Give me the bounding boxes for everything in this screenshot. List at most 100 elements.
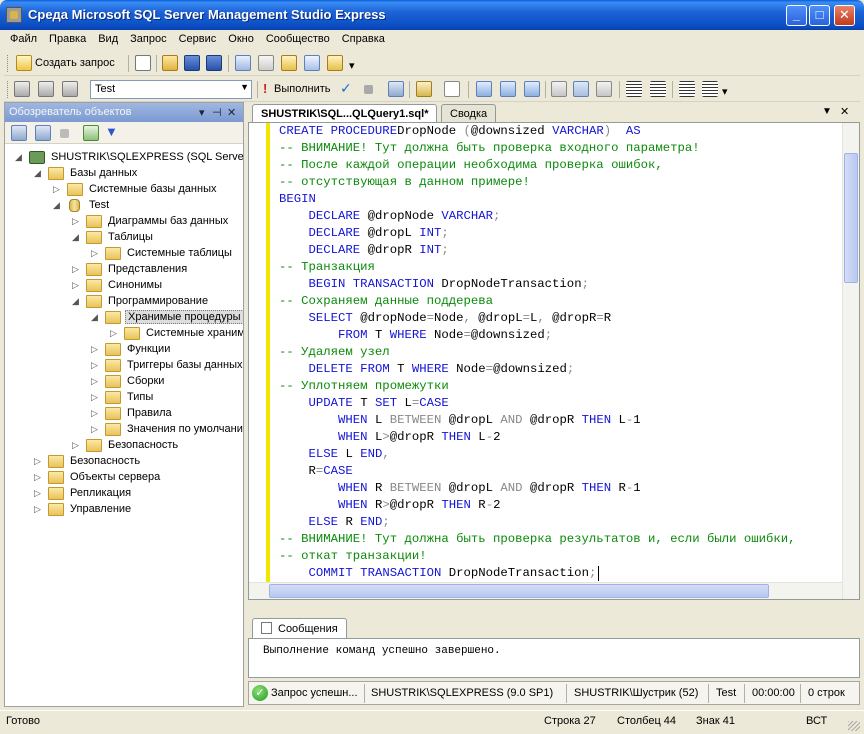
- cancel-query-icon[interactable]: [364, 85, 373, 94]
- expand-arrow-icon[interactable]: ▷: [91, 248, 101, 258]
- display-plan-icon[interactable]: [388, 81, 404, 97]
- code-line[interactable]: DELETE FROM T WHERE Node=@downsized;: [279, 361, 796, 378]
- pin-icon[interactable]: ⊣: [212, 106, 222, 119]
- code-line[interactable]: WHEN L BETWEEN @dropL AND @dropR THEN L-…: [279, 412, 796, 429]
- registered-servers-icon[interactable]: [235, 55, 251, 71]
- code-line[interactable]: -- Сохраняем данные поддерева: [279, 293, 796, 310]
- results-to-text-icon[interactable]: [551, 81, 567, 97]
- expand-arrow-icon[interactable]: ▷: [72, 216, 82, 226]
- code-line[interactable]: BEGIN TRANSACTION DropNodeTransaction;: [279, 276, 796, 293]
- collapse-arrow-icon[interactable]: ◢: [34, 168, 44, 178]
- code-line[interactable]: -- После каждой операции необходима пров…: [279, 157, 796, 174]
- expand-arrow-icon[interactable]: ▷: [72, 280, 82, 290]
- code-line[interactable]: -- ВНИМАНИЕ! Тут должна быть проверка вх…: [279, 140, 796, 157]
- code-line[interactable]: FROM T WHERE Node=@downsized;: [279, 327, 796, 344]
- code-line[interactable]: -- Уплотняем промежутки: [279, 378, 796, 395]
- toolbar-grip[interactable]: [7, 81, 10, 98]
- object-explorer-icon[interactable]: [258, 55, 274, 71]
- refresh-icon[interactable]: [83, 125, 99, 141]
- results-to-file-icon[interactable]: [596, 81, 612, 97]
- maximize-button[interactable]: □: [809, 5, 830, 26]
- code-line[interactable]: WHEN R>@dropR THEN R-2: [279, 497, 796, 514]
- code-area[interactable]: CREATE PROCEDUREDropNode (@downsized VAR…: [279, 123, 796, 599]
- collapse-arrow-icon[interactable]: ◢: [91, 312, 101, 322]
- new-query-button[interactable]: Создать запрос: [35, 57, 115, 69]
- parse-checkmark-icon[interactable]: ✓: [340, 80, 352, 97]
- collapse-arrow-icon[interactable]: ◢: [72, 232, 82, 242]
- expand-arrow-icon[interactable]: ▷: [91, 360, 101, 370]
- collapse-arrow-icon[interactable]: ◢: [53, 200, 63, 210]
- menu-view[interactable]: Вид: [92, 30, 124, 48]
- expand-arrow-icon[interactable]: ▷: [72, 264, 82, 274]
- toolbar-grip[interactable]: [7, 55, 10, 72]
- expand-arrow-icon[interactable]: ▷: [91, 408, 101, 418]
- menu-window[interactable]: Окно: [222, 30, 260, 48]
- vertical-scroll-thumb[interactable]: [844, 153, 858, 283]
- code-line[interactable]: WHEN L>@dropR THEN L-2: [279, 429, 796, 446]
- properties-icon[interactable]: [304, 55, 320, 71]
- stop-icon[interactable]: [60, 129, 69, 138]
- open-file-icon[interactable]: [162, 55, 178, 71]
- uncomment-icon[interactable]: [650, 81, 666, 97]
- expand-arrow-icon[interactable]: ▷: [34, 456, 44, 466]
- disconnect-icon[interactable]: [38, 81, 54, 97]
- expand-arrow-icon[interactable]: ▷: [91, 424, 101, 434]
- tab-list-dropdown-icon[interactable]: ▼: [822, 106, 832, 117]
- code-line[interactable]: -- ВНИМАНИЕ! Тут должна быть проверка ре…: [279, 531, 796, 548]
- code-line[interactable]: ELSE L END,: [279, 446, 796, 463]
- template-explorer-icon[interactable]: [281, 55, 297, 71]
- collapse-arrow-icon[interactable]: ◢: [72, 296, 82, 306]
- disconnect-icon[interactable]: [35, 125, 51, 141]
- collapse-arrow-icon[interactable]: ◢: [15, 152, 25, 162]
- code-line[interactable]: DECLARE @dropR INT;: [279, 242, 796, 259]
- sql-editor[interactable]: CREATE PROCEDUREDropNode (@downsized VAR…: [248, 122, 860, 600]
- dropdown-icon[interactable]: ▾: [199, 106, 205, 119]
- expand-arrow-icon[interactable]: ▷: [110, 328, 120, 338]
- toolbar-overflow-icon[interactable]: ▾: [722, 85, 728, 98]
- expand-arrow-icon[interactable]: ▷: [34, 488, 44, 498]
- horizontal-scroll-thumb[interactable]: [269, 584, 769, 598]
- expand-arrow-icon[interactable]: ▷: [34, 472, 44, 482]
- code-line[interactable]: UPDATE T SET L=CASE: [279, 395, 796, 412]
- database-select[interactable]: Test ▼: [90, 80, 252, 99]
- code-line[interactable]: SELECT @dropNode=Node, @dropL=L, @dropR=…: [279, 310, 796, 327]
- tab-messages[interactable]: Сообщения: [252, 618, 347, 638]
- menu-tools[interactable]: Сервис: [173, 30, 223, 48]
- code-line[interactable]: CREATE PROCEDUREDropNode (@downsized VAR…: [279, 123, 796, 140]
- menu-edit[interactable]: Правка: [43, 30, 92, 48]
- code-line[interactable]: DECLARE @dropL INT;: [279, 225, 796, 242]
- client-statistics-icon[interactable]: [500, 81, 516, 97]
- vertical-scrollbar[interactable]: [842, 123, 859, 599]
- filter-icon[interactable]: ▼: [105, 124, 118, 139]
- code-line[interactable]: COMMIT TRANSACTION DropNodeTransaction;: [279, 565, 796, 582]
- minimize-button[interactable]: _: [786, 5, 807, 26]
- code-line[interactable]: -- откат транзакции!: [279, 548, 796, 565]
- include-plan-icon[interactable]: [476, 81, 492, 97]
- expand-arrow-icon[interactable]: ▷: [34, 504, 44, 514]
- code-line[interactable]: -- Транзакция: [279, 259, 796, 276]
- expand-arrow-icon[interactable]: ▷: [91, 344, 101, 354]
- resize-grip-icon[interactable]: [848, 721, 860, 731]
- increase-indent-icon[interactable]: [702, 81, 718, 97]
- code-line[interactable]: R=CASE: [279, 463, 796, 480]
- results-to-icon[interactable]: [524, 81, 540, 97]
- save-icon[interactable]: [184, 55, 200, 71]
- expand-arrow-icon[interactable]: ▷: [91, 392, 101, 402]
- tab-query-file[interactable]: SHUSTRIK\SQL...QLQuery1.sql*: [252, 104, 438, 122]
- menu-query[interactable]: Запрос: [124, 30, 172, 48]
- expand-arrow-icon[interactable]: ▷: [53, 184, 63, 194]
- expand-arrow-icon[interactable]: ▷: [91, 376, 101, 386]
- code-line[interactable]: -- Удаляем узел: [279, 344, 796, 361]
- save-all-icon[interactable]: [206, 55, 222, 71]
- intellisense-icon[interactable]: [444, 81, 460, 97]
- code-line[interactable]: -- отсутствующая в данном примере!: [279, 174, 796, 191]
- query-designer-icon[interactable]: [416, 81, 432, 97]
- change-connection-icon[interactable]: [62, 81, 78, 97]
- menu-help[interactable]: Справка: [336, 30, 391, 48]
- toolbar-overflow-icon[interactable]: ▾: [349, 59, 355, 72]
- connect-icon[interactable]: [14, 81, 30, 97]
- close-button[interactable]: ✕: [834, 5, 855, 26]
- close-tab-icon[interactable]: ✕: [840, 105, 849, 118]
- close-icon[interactable]: ✕: [227, 106, 236, 119]
- execute-button[interactable]: Выполнить: [274, 83, 330, 95]
